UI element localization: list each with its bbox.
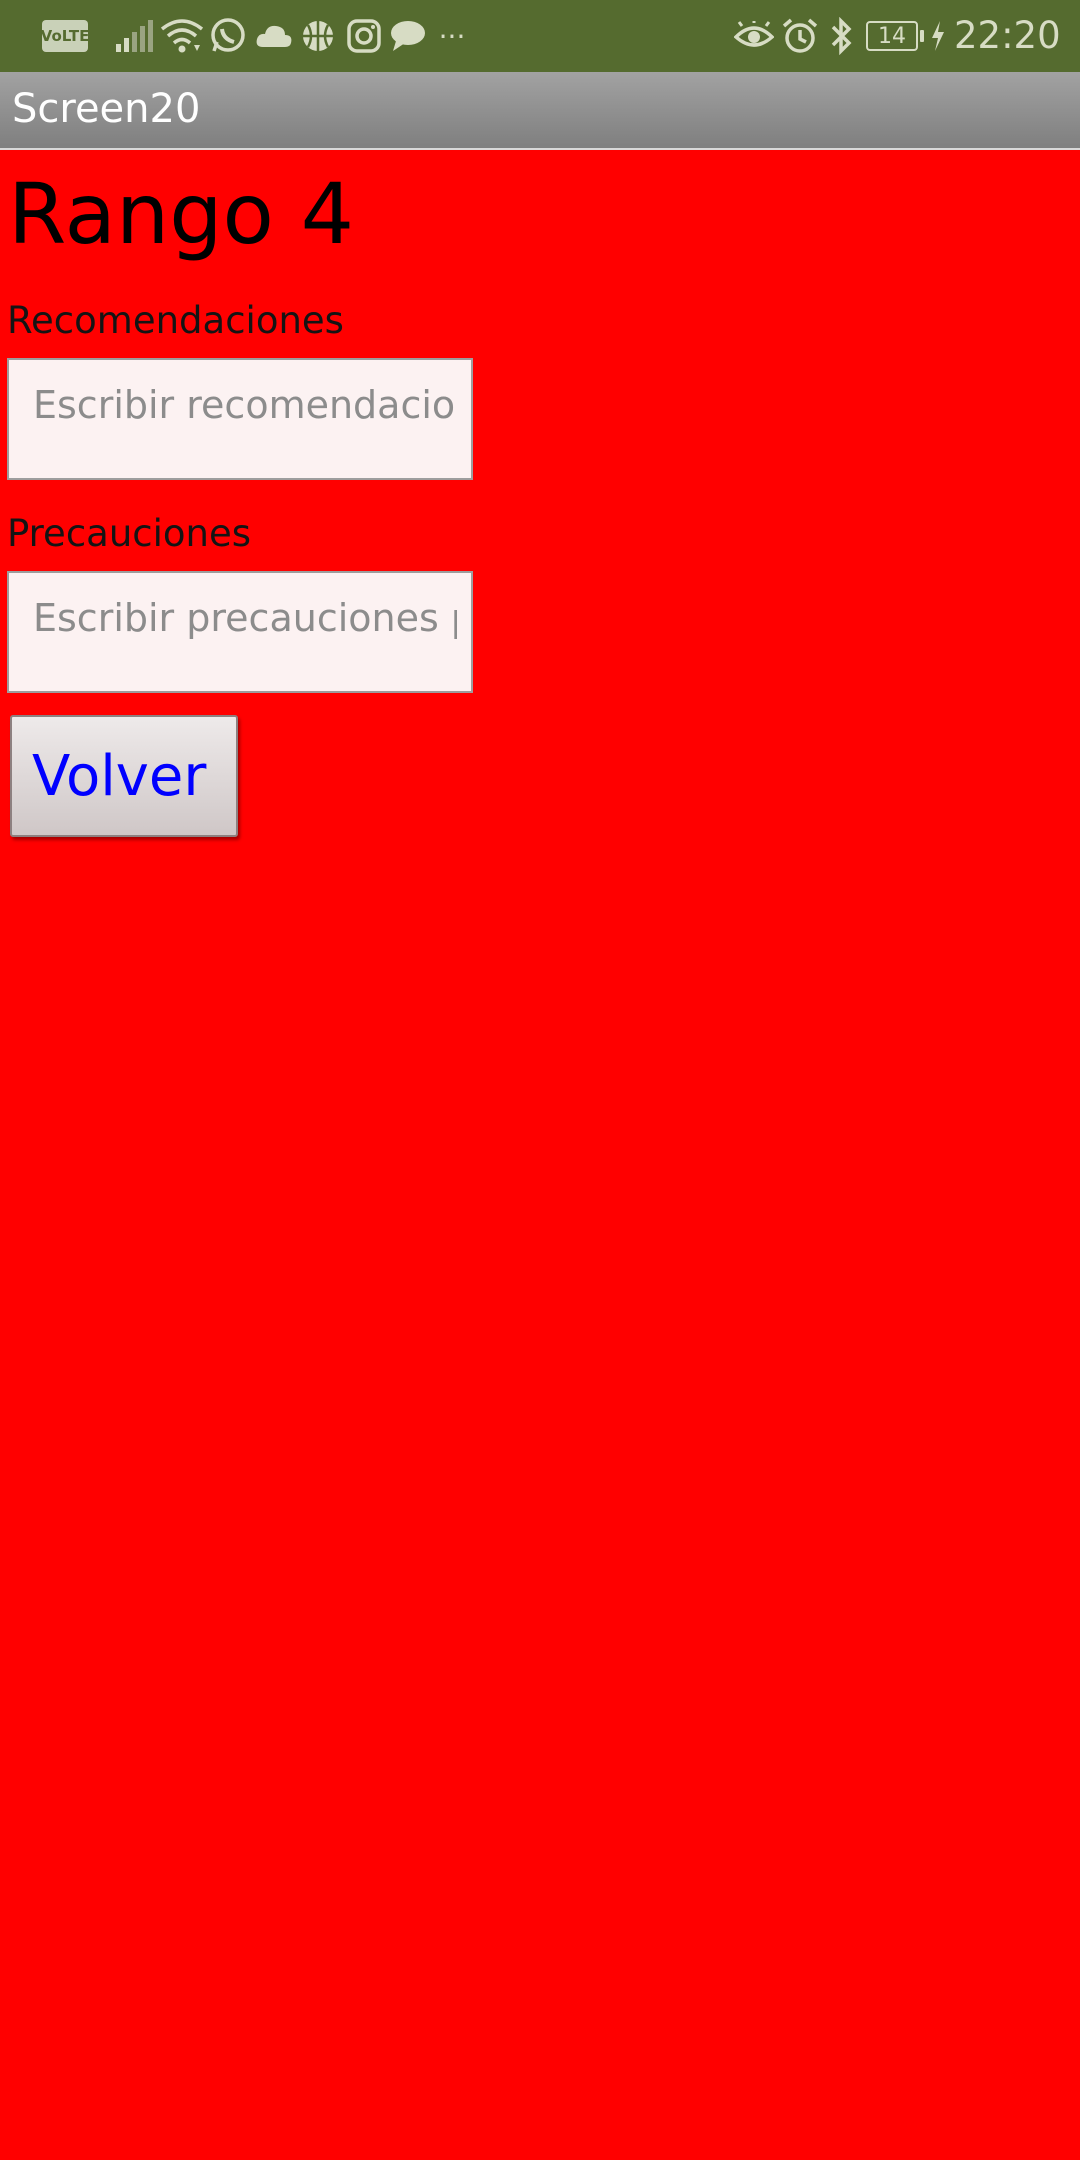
screen-title: Screen20 <box>12 86 201 132</box>
recommendations-label: Recomendaciones <box>7 299 344 342</box>
battery-icon: 14 <box>866 21 918 51</box>
precautions-input[interactable] <box>33 591 457 645</box>
bluetooth-icon <box>826 16 856 56</box>
recommendations-field[interactable] <box>7 358 473 480</box>
eye-icon <box>734 16 774 56</box>
charging-icon <box>928 16 948 56</box>
battery-tip <box>920 30 924 42</box>
volte-icon: VoLTE <box>41 20 89 52</box>
app-screen: VoLTE ··· 14 22:20 Screen20 Rango 4 Reco… <box>0 0 1080 2160</box>
precautions-label: Precauciones <box>7 512 252 555</box>
precautions-field[interactable] <box>7 571 473 693</box>
page-heading: Rango 4 <box>8 165 355 263</box>
alarm-icon <box>780 16 820 56</box>
signal-icon <box>114 16 154 56</box>
wifi-icon <box>160 16 204 56</box>
chat-bubble-icon <box>388 16 428 56</box>
basketball-icon <box>298 16 338 56</box>
instagram-icon <box>344 16 384 56</box>
more-notifications-icon: ··· <box>438 19 466 53</box>
status-bar: VoLTE ··· 14 22:20 <box>0 0 1080 72</box>
title-bar: Screen20 <box>0 72 1080 150</box>
back-button[interactable]: Volver <box>10 715 238 837</box>
whatsapp-icon <box>208 16 248 56</box>
cloud-icon <box>254 16 294 56</box>
clock: 22:20 <box>954 14 1061 57</box>
battery-level: 14 <box>878 23 906 49</box>
recommendations-input[interactable] <box>33 378 457 432</box>
